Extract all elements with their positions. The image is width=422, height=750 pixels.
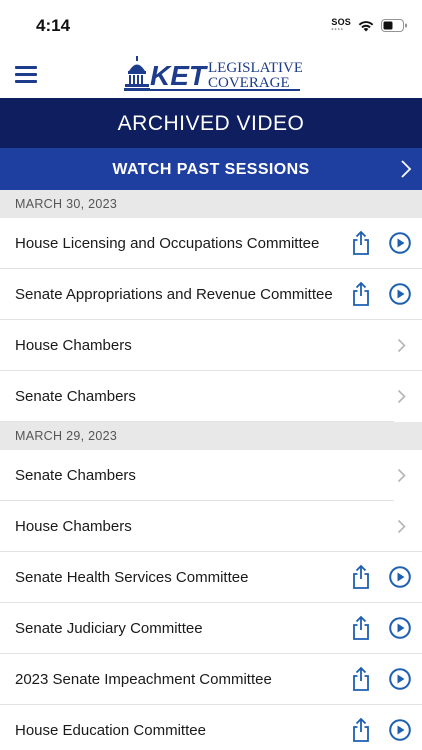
- list-item-title: Senate Appropriations and Revenue Commit…: [15, 286, 333, 303]
- sos-label: SOS: [331, 17, 351, 27]
- share-icon[interactable]: [350, 615, 372, 641]
- date-section-header: MARCH 29, 2023: [0, 422, 422, 450]
- list-item-title: Senate Chambers: [15, 467, 136, 484]
- list-item-chamber[interactable]: Senate Chambers: [0, 371, 422, 422]
- list-item-video[interactable]: Senate Health Services Committee: [0, 552, 422, 603]
- chevron-right-icon: [397, 338, 406, 353]
- share-icon[interactable]: [350, 717, 372, 743]
- share-icon[interactable]: [350, 666, 372, 692]
- chevron-right-icon: [397, 389, 406, 404]
- status-indicators: SOS ••••: [331, 18, 408, 33]
- list-item-chamber[interactable]: Senate Chambers: [0, 450, 422, 501]
- chevron-right-icon: [401, 160, 412, 178]
- archived-video-list: MARCH 30, 2023 House Licensing and Occup…: [0, 190, 422, 750]
- battery-icon: [381, 19, 407, 32]
- list-item-video[interactable]: Senate Appropriations and Revenue Commit…: [0, 269, 422, 320]
- list-item-title: Senate Judiciary Committee: [15, 620, 203, 637]
- play-icon[interactable]: [389, 232, 411, 254]
- share-icon[interactable]: [350, 230, 372, 256]
- app-header: KET LEGISLATIVE COVERAGE: [0, 50, 422, 98]
- logo-brand-text: KET: [150, 60, 209, 91]
- play-icon[interactable]: [389, 668, 411, 690]
- status-time: 4:14: [36, 16, 71, 35]
- list-item-video[interactable]: House Licensing and Occupations Committe…: [0, 218, 422, 269]
- list-item-title: House Education Committee: [15, 722, 206, 739]
- watch-past-sessions-label: WATCH PAST SESSIONS: [112, 161, 310, 178]
- menu-icon[interactable]: [15, 66, 37, 83]
- play-icon[interactable]: [389, 719, 411, 741]
- watch-past-sessions-button[interactable]: WATCH PAST SESSIONS: [0, 148, 422, 190]
- archived-video-title: ARCHIVED VIDEO: [0, 98, 422, 148]
- list-item-video[interactable]: House Education Committee: [0, 705, 422, 750]
- list-item-chamber[interactable]: House Chambers: [0, 501, 422, 552]
- wifi-icon: [358, 21, 374, 32]
- list-item-title: 2023 Senate Impeachment Committee: [15, 671, 272, 688]
- play-icon[interactable]: [389, 617, 411, 639]
- logo-text-bottom: COVERAGE: [208, 75, 290, 91]
- chevron-right-icon: [397, 519, 406, 534]
- date-section-header: MARCH 30, 2023: [0, 190, 422, 218]
- list-item-title: Senate Health Services Committee: [15, 569, 249, 586]
- list-item-video[interactable]: 2023 Senate Impeachment Committee: [0, 654, 422, 705]
- list-item-chamber[interactable]: House Chambers: [0, 320, 422, 371]
- status-bar: 4:14 SOS ••••: [0, 0, 422, 50]
- share-icon[interactable]: [350, 564, 372, 590]
- sos-indicator: SOS ••••: [331, 17, 351, 34]
- share-icon[interactable]: [350, 281, 372, 307]
- play-icon[interactable]: [389, 283, 411, 305]
- logo-text-top: LEGISLATIVE: [208, 60, 302, 76]
- list-item-title: Senate Chambers: [15, 388, 136, 405]
- list-item-title: House Chambers: [15, 518, 132, 535]
- list-item-video[interactable]: Senate Judiciary Committee: [0, 603, 422, 654]
- play-icon[interactable]: [389, 566, 411, 588]
- list-item-title: House Chambers: [15, 337, 132, 354]
- list-item-title: House Licensing and Occupations Committe…: [15, 235, 320, 252]
- chevron-right-icon: [397, 468, 406, 483]
- ket-legislative-logo: KET LEGISLATIVE COVERAGE: [124, 54, 303, 94]
